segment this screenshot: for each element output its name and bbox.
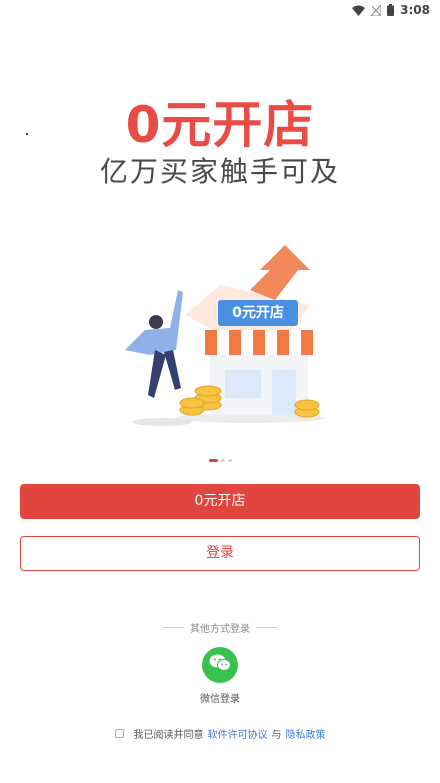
- agreement-checkbox[interactable]: [114, 729, 124, 738]
- open-store-button[interactable]: 0元开店: [20, 484, 420, 519]
- login-button[interactable]: 登录: [20, 536, 420, 571]
- other-login-title: 其他方式登录: [190, 624, 250, 635]
- wechat-login-button[interactable]: [202, 647, 238, 683]
- wifi-icon: [352, 5, 366, 16]
- wechat-login-label: 微信登录: [200, 694, 240, 705]
- no-signal-icon: [371, 4, 382, 16]
- status-time: 3:08: [400, 3, 430, 17]
- shop-illustration: 0元开店: [100, 230, 340, 440]
- agreement-prefix: 我已阅读并同意: [133, 730, 204, 741]
- sign-text: 0元开店: [232, 305, 284, 321]
- other-login-divider: 其他方式登录: [0, 620, 440, 635]
- divider-line-left: [162, 627, 184, 628]
- agreement-and: 与: [271, 730, 282, 741]
- pager-dot[interactable]: [220, 459, 225, 462]
- hero-title: 0元开店: [125, 96, 315, 154]
- pager-dot[interactable]: [227, 459, 232, 462]
- privacy-link[interactable]: 隐私政策: [286, 726, 326, 741]
- license-link[interactable]: 软件许可协议: [208, 726, 268, 741]
- agreement-row: 我已阅读并同意 软件许可协议 与 隐私政策: [0, 726, 440, 741]
- carousel-pager: [0, 459, 440, 462]
- wechat-icon: [209, 654, 231, 676]
- divider-line-right: [256, 627, 278, 628]
- status-bar: 3:08: [0, 0, 440, 20]
- pager-dot-active[interactable]: [208, 459, 218, 462]
- battery-icon: [387, 4, 395, 16]
- hero-subtitle: 亿万买家触手可及: [99, 155, 340, 188]
